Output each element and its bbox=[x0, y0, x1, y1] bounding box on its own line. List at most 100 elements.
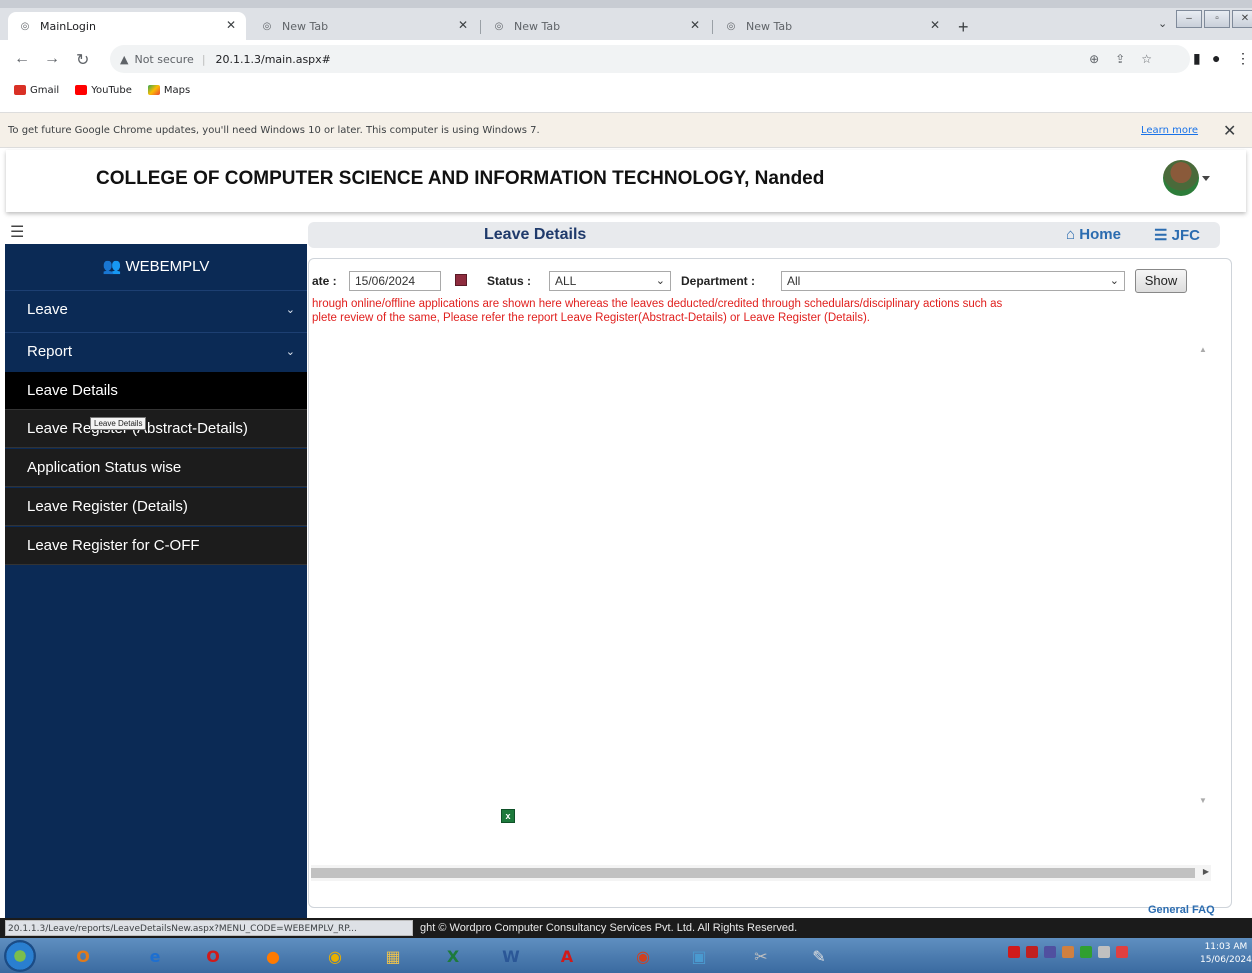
maximize-button[interactable]: ▫ bbox=[1204, 10, 1230, 28]
word-icon[interactable]: W bbox=[496, 942, 526, 970]
close-infobar-icon[interactable]: ✕ bbox=[1223, 121, 1236, 140]
tooltip: Leave Details bbox=[90, 417, 147, 430]
college-name: COLLEGE OF COMPUTER SCIENCE AND INFORMAT… bbox=[96, 168, 825, 189]
sidebar-menu-leave[interactable]: Leave ⌄ bbox=[5, 290, 307, 328]
close-tab-icon[interactable]: ✕ bbox=[930, 18, 940, 32]
reload-icon[interactable]: ↻ bbox=[76, 50, 89, 70]
forward-arrow-icon[interactable]: → bbox=[44, 50, 60, 68]
sidebar-menu-report[interactable]: Report ⌄ bbox=[5, 332, 307, 370]
tray-update-icon[interactable] bbox=[1062, 946, 1074, 958]
bookmark-youtube[interactable]: YouTube bbox=[75, 85, 132, 96]
chrome-icon: ◎ bbox=[494, 20, 504, 32]
status-select[interactable]: ALL ⌄ bbox=[549, 271, 671, 291]
sidebar-item-leave-register-details[interactable]: Leave Register (Details) bbox=[5, 488, 307, 526]
warning-icon: ▲ bbox=[120, 52, 129, 66]
department-select[interactable]: All ⌄ bbox=[781, 271, 1125, 291]
sidepanel-icon[interactable]: ▮ bbox=[1193, 50, 1201, 67]
windows-taskbar: O e O ● ◉ ▦ X W A ◉ ▣ ✂ ✎ 11:03 AM 15/06… bbox=[0, 938, 1252, 973]
chevron-down-icon: ⌄ bbox=[655, 275, 665, 287]
tab-new-1[interactable]: ◎ New Tab ✕ bbox=[250, 12, 478, 40]
scroll-down-icon[interactable]: ▼ bbox=[1199, 796, 1207, 805]
opera-icon[interactable]: O bbox=[198, 942, 228, 970]
omnibox-icons: ⊕ ⇪ ☆ bbox=[1089, 52, 1152, 66]
chrome-icon[interactable]: ◉ bbox=[320, 942, 350, 970]
calendar-icon[interactable] bbox=[455, 274, 467, 286]
learn-more-link[interactable]: Learn more bbox=[1141, 125, 1198, 136]
department-label: Department : bbox=[681, 274, 756, 288]
scrollbar-thumb[interactable] bbox=[311, 868, 1195, 878]
sidebar-item-leave-register-abstract[interactable]: Leave Register (Abstract-Details) bbox=[5, 410, 307, 448]
youtube-icon bbox=[75, 85, 88, 95]
general-faq-link[interactable]: General FAQ bbox=[1148, 904, 1215, 916]
share-icon[interactable]: ⇪ bbox=[1115, 52, 1125, 66]
close-window-button[interactable]: ✕ bbox=[1232, 10, 1252, 28]
caret-down-icon[interactable] bbox=[1202, 176, 1210, 181]
tab-search-chevron-icon[interactable]: ⌄ bbox=[1158, 17, 1167, 30]
status-url: 20.1.1.3/Leave/reports/LeaveDetailsNew.a… bbox=[5, 920, 413, 936]
security-label: Not secure bbox=[134, 52, 194, 66]
sidebar-item-application-status[interactable]: Application Status wise bbox=[5, 449, 307, 487]
bookmark-gmail[interactable]: Gmail bbox=[14, 85, 59, 96]
jfc-link[interactable]: ☰ JFC bbox=[1154, 226, 1200, 244]
taskbar-clock[interactable]: 11:03 AM 15/06/2024 bbox=[1200, 941, 1252, 967]
kebab-menu-icon[interactable]: ⋮ bbox=[1236, 50, 1250, 67]
title-bar: Leave Details ⌂ Home ☰ JFC bbox=[308, 222, 1220, 248]
scroll-up-icon[interactable]: ▲ bbox=[1199, 345, 1207, 354]
bookmark-label: Maps bbox=[163, 84, 191, 96]
close-tab-icon[interactable]: ✕ bbox=[690, 18, 700, 32]
infobar-message: To get future Google Chrome updates, you… bbox=[8, 124, 540, 136]
outlook-icon[interactable]: O bbox=[68, 942, 98, 970]
bookmark-maps[interactable]: Maps bbox=[147, 84, 191, 96]
back-arrow-icon[interactable]: ← bbox=[14, 50, 30, 68]
avatar[interactable] bbox=[1163, 160, 1199, 196]
tab-new-3[interactable]: ◎ New Tab ✕ bbox=[714, 12, 950, 40]
excel-icon[interactable]: X bbox=[438, 942, 468, 970]
profile-icon[interactable]: ● bbox=[1212, 50, 1220, 66]
opera-tray-icon[interactable] bbox=[1008, 946, 1020, 958]
folder-icon[interactable]: ▦ bbox=[378, 942, 408, 970]
tab-mainlogin[interactable]: ◎ MainLogin ✕ bbox=[8, 12, 246, 40]
close-tab-icon[interactable]: ✕ bbox=[226, 18, 236, 32]
tab-separator bbox=[712, 20, 713, 34]
acrobat-icon[interactable]: A bbox=[552, 942, 582, 970]
close-tab-icon[interactable]: ✕ bbox=[458, 18, 468, 32]
ie-icon[interactable]: e bbox=[140, 942, 170, 970]
menu-label: Leave bbox=[27, 301, 68, 318]
tab-separator bbox=[480, 20, 481, 34]
tray-network-icon[interactable] bbox=[1080, 946, 1092, 958]
start-button[interactable] bbox=[4, 940, 36, 972]
firefox-icon[interactable]: ● bbox=[258, 942, 288, 970]
clock-time: 11:03 AM bbox=[1204, 942, 1248, 952]
new-tab-button[interactable]: + bbox=[958, 17, 969, 38]
scroll-right-icon[interactable]: ▶ bbox=[1203, 867, 1209, 876]
filter-row: ate : 15/06/2024 Status : ALL ⌄ Departme… bbox=[309, 269, 1233, 293]
image-viewer-icon[interactable]: ▣ bbox=[684, 942, 714, 970]
excel-export-icon[interactable]: x bbox=[501, 809, 515, 823]
address-bar[interactable]: ▲ Not secure | 20.1.1.3/main.aspx# bbox=[110, 45, 1190, 73]
bookmark-label: Gmail bbox=[30, 84, 60, 96]
brand-label: WEBEMPLV bbox=[125, 258, 210, 275]
tab-new-2[interactable]: ◎ New Tab ✕ bbox=[482, 12, 710, 40]
hamburger-menu-icon[interactable]: ☰ bbox=[10, 222, 24, 242]
tray-app-icon[interactable] bbox=[1026, 946, 1038, 958]
chrome-app-icon[interactable]: ◉ bbox=[628, 942, 658, 970]
browser-tab-strip: ◎ MainLogin ✕ ◎ New Tab ✕ ◎ New Tab ✕ ◎ … bbox=[0, 0, 1252, 40]
maps-icon bbox=[147, 85, 160, 95]
vertical-scrollbar[interactable]: ▲ ▼ bbox=[1197, 341, 1211, 809]
bookmark-star-icon[interactable]: ☆ bbox=[1141, 52, 1152, 66]
tray-monitor-icon[interactable] bbox=[1044, 946, 1056, 958]
show-button[interactable]: Show bbox=[1135, 269, 1187, 293]
bookmark-label: YouTube bbox=[91, 84, 132, 96]
tray-flag-icon[interactable] bbox=[1116, 946, 1128, 958]
sidebar-item-leave-details[interactable]: Leave Details bbox=[5, 372, 307, 410]
date-input[interactable]: 15/06/2024 bbox=[349, 271, 441, 291]
tray-volume-icon[interactable] bbox=[1098, 946, 1110, 958]
minimize-button[interactable]: – bbox=[1176, 10, 1202, 28]
sidebar-item-leave-register-coff[interactable]: Leave Register for C-OFF bbox=[5, 527, 307, 565]
zoom-icon[interactable]: ⊕ bbox=[1089, 52, 1099, 66]
home-link[interactable]: ⌂ Home bbox=[1066, 226, 1121, 243]
paint-icon[interactable]: ✎ bbox=[804, 942, 834, 970]
horizontal-scrollbar[interactable]: ▶ bbox=[311, 865, 1211, 881]
chevron-down-icon: ⌄ bbox=[1109, 275, 1119, 287]
snipping-tool-icon[interactable]: ✂ bbox=[746, 942, 776, 970]
